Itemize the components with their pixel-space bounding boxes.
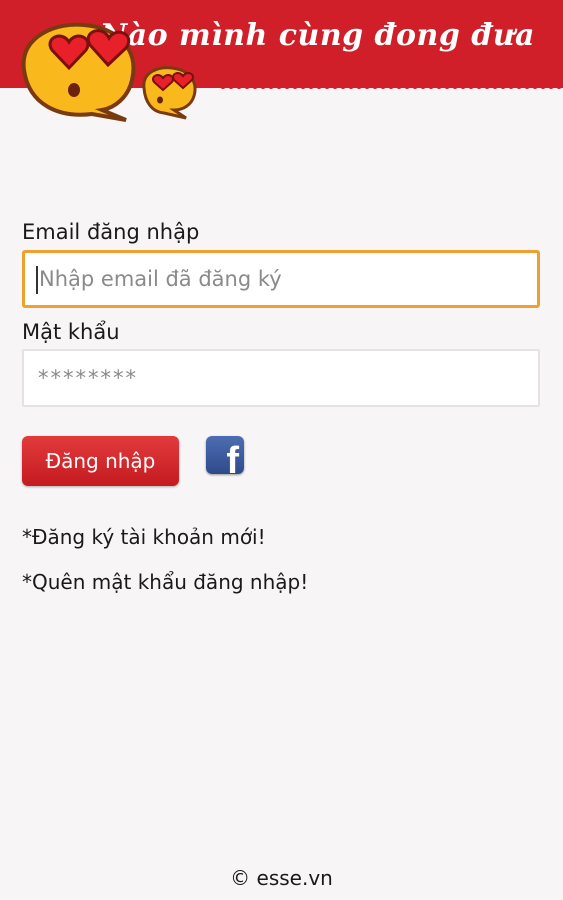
email-input[interactable] [22,250,540,308]
password-input[interactable] [22,349,540,407]
forgot-password-link[interactable]: *Quên mật khẩu đăng nhập! [22,570,308,594]
password-label: Mật khẩu [22,320,120,344]
footer-copyright: © esse.vn [230,866,333,890]
login-screen: Nào mình cùng đong đưa Email đăng nhập M… [0,0,563,900]
heart-eyes-mascot-icon [21,22,197,122]
login-button[interactable]: Đăng nhập [22,436,179,486]
text-cursor [36,266,38,294]
register-link[interactable]: *Đăng ký tài khoản mới! [22,525,266,549]
facebook-icon: f [226,440,239,474]
email-label: Email đăng nhập [22,220,200,244]
facebook-login-button[interactable]: f [206,436,244,474]
